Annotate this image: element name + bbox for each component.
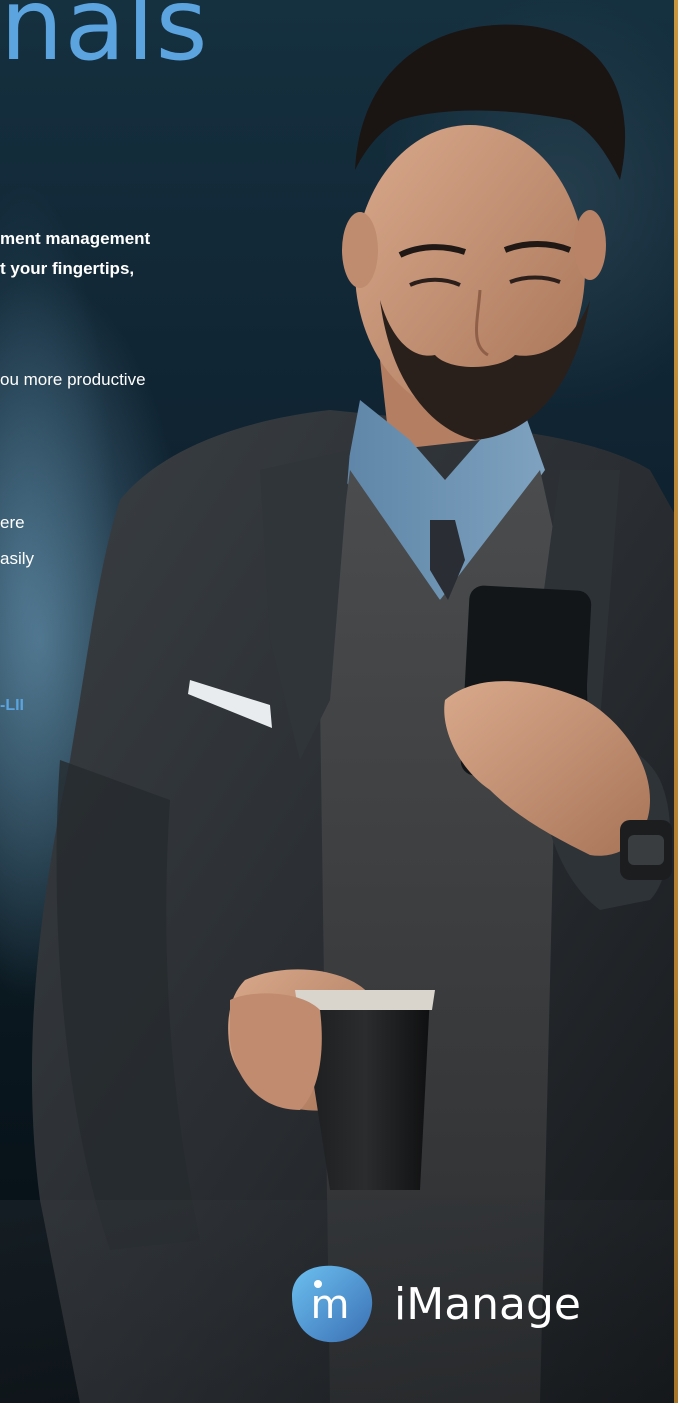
right-edge-accent	[674, 0, 678, 1403]
businessman-photo	[0, 24, 678, 1403]
imanage-logo-icon: m	[292, 1265, 373, 1343]
brand-name: iManage	[394, 1278, 581, 1330]
logo-mark-letter: m	[311, 1282, 350, 1328]
ad-canvas: nals ment management t your fingertips, …	[0, 0, 678, 1403]
imanage-logo: m iManage	[282, 1262, 581, 1346]
